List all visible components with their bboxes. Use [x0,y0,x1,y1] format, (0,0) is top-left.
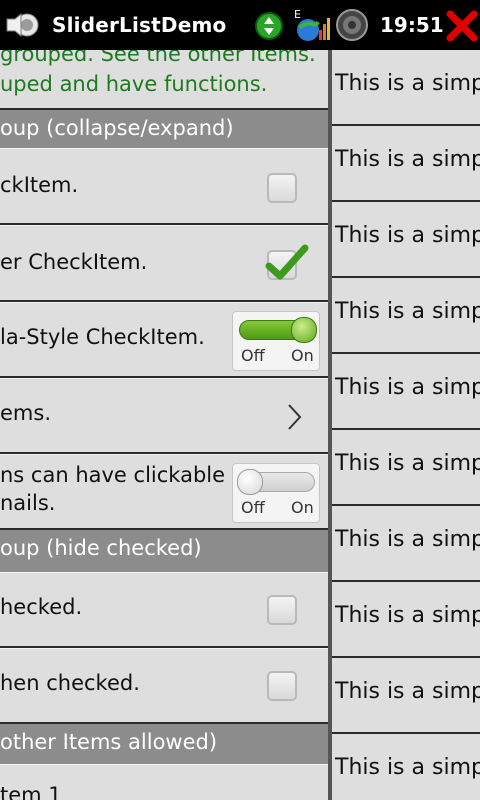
right-slider-list[interactable]: This is a simple This is a simple This i… [332,50,480,800]
list-item[interactable]: This is a simple [332,430,480,506]
list-item[interactable]: This is a simple [332,506,480,582]
check-item-label: ckItem. [0,173,79,197]
toggle-knob[interactable] [237,469,263,495]
list-item-label: This is a simple [335,755,480,780]
list-item-label: This is a simple [335,451,480,476]
toggle-off-label: Off [241,498,265,517]
list-item[interactable]: This is a simple [332,354,480,430]
signal-icon[interactable]: E [292,6,330,44]
group-header-hide-checked[interactable]: oup (hide checked) [0,530,328,572]
toggle-on-label: On [291,498,314,517]
clickable-thumbnails-item[interactable]: ns can have clickable nails. Off On [0,454,328,530]
list-item-label: This is a simple [335,603,480,628]
list-item[interactable]: This is a simple [332,734,480,800]
checkmark-icon [265,244,309,280]
list-item[interactable]: This is a simple [332,658,480,734]
group-header-hide-checked-label: oup (hide checked) [0,536,202,560]
intro-item: grouped. See the other Items. uped and h… [0,50,328,110]
other-check-item[interactable]: er CheckItem. [0,225,328,302]
list-item-label: This is a simple [335,71,480,96]
list-item[interactable]: This is a simple [332,582,480,658]
clickable-line-2: nails. [0,491,56,515]
checkbox[interactable] [267,173,297,203]
clock: 19:51 [380,13,444,37]
hide-checked-item[interactable]: hecked. [0,572,328,648]
item-1-label: tem 1 [0,783,62,800]
iphone-style-label: la-Style CheckItem. [0,325,205,349]
toggle-off-label: Off [241,346,265,365]
hide-checked-label: hecked. [0,595,83,619]
when-checked-item[interactable]: hen checked. [0,648,328,724]
other-check-item-label: er CheckItem. [0,250,148,274]
close-icon[interactable] [446,10,478,42]
list-item-label: This is a simple [335,679,480,704]
checkbox[interactable] [267,595,297,625]
list-item-label: This is a simple [335,147,480,172]
network-icon[interactable] [254,11,284,41]
list-item-label: This is a simple [335,299,480,324]
intro-text: grouped. See the other Items. uped and h… [0,50,316,99]
when-checked-label: hen checked. [0,671,140,695]
item-1[interactable]: tem 1 [0,764,328,800]
list-item[interactable]: This is a simple [332,126,480,202]
checkbox[interactable] [267,671,297,701]
group-header-collapse-label: oup (collapse/expand) [0,116,234,140]
intro-line-1: grouped. See the other Items. [0,50,316,66]
app-icon[interactable] [5,12,39,38]
list-item[interactable]: This is a simple [332,278,480,354]
toggle-on-label: On [291,346,314,365]
list-item-label: This is a simple [335,223,480,248]
group-header-collapse[interactable]: oup (collapse/expand) [0,110,328,148]
toggle-switch-on[interactable]: Off On [232,311,320,371]
items-link[interactable]: ems. [0,378,328,454]
iphone-style-check-item[interactable]: la-Style CheckItem. Off On [0,302,328,378]
status-bar: SliderListDemo E 19:51 [0,0,480,50]
group-header-other-items[interactable]: other Items allowed) [0,724,328,764]
toggle-knob[interactable] [291,317,317,343]
left-slider-list[interactable]: grouped. See the other Items. uped and h… [0,50,328,800]
items-link-label: ems. [0,401,51,425]
list-item-label: This is a simple [335,527,480,552]
list-item-label: This is a simple [335,375,480,400]
group-header-other-items-label: other Items allowed) [0,730,218,754]
clickable-line-1: ns can have clickable [0,463,226,487]
toggle-switch-off[interactable]: Off On [232,463,320,523]
check-item[interactable]: ckItem. [0,148,328,225]
svg-text:E: E [294,8,301,21]
volume-icon[interactable] [336,9,368,41]
app-title: SliderListDemo [52,13,227,37]
intro-line-2: uped and have functions. [0,72,268,96]
list-item[interactable]: This is a simple [332,202,480,278]
chevron-right-icon [288,404,302,430]
list-item[interactable]: This is a simple [332,50,480,126]
